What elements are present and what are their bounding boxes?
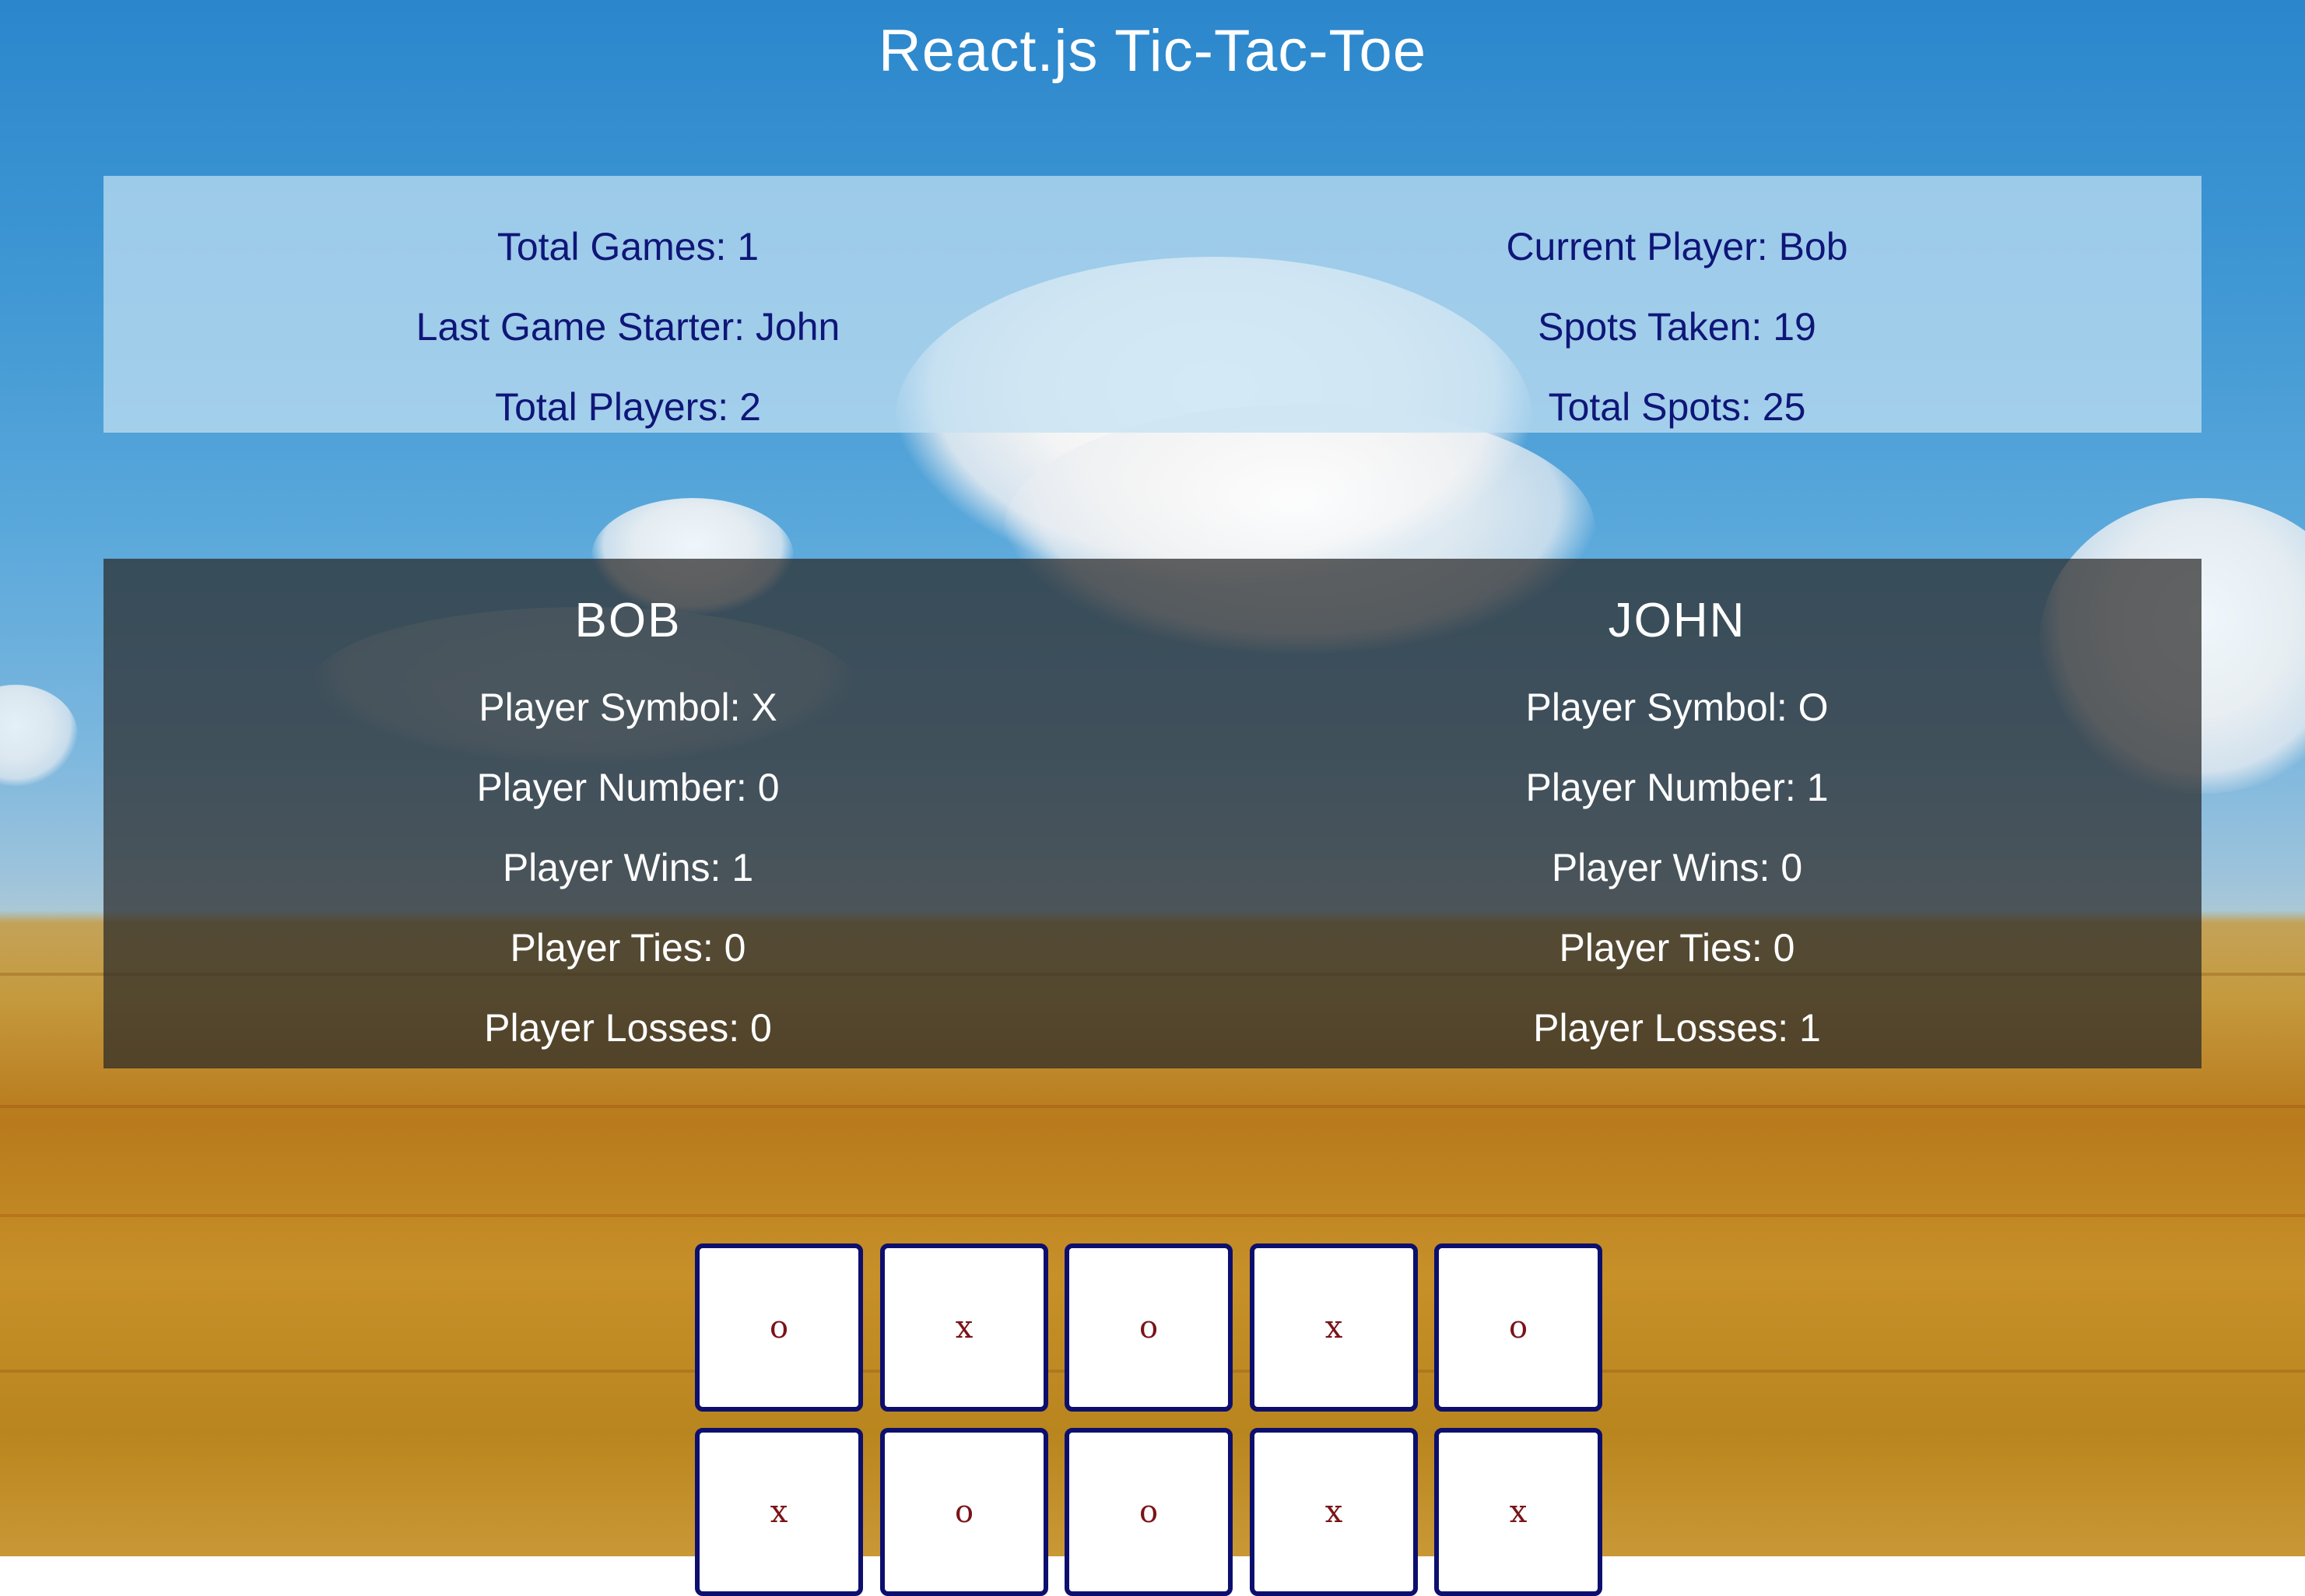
player-symbol: Player Symbol: X bbox=[479, 686, 777, 729]
board-cell[interactable]: x bbox=[880, 1243, 1048, 1412]
board-cell[interactable]: x bbox=[1434, 1428, 1602, 1596]
player-symbol: Player Symbol: O bbox=[1525, 686, 1829, 729]
total-spots-stat: Total Spots: 25 bbox=[1548, 385, 1806, 429]
board-cell[interactable]: o bbox=[1065, 1428, 1233, 1596]
player-card-bob: BOB Player Symbol: X Player Number: 0 Pl… bbox=[103, 590, 1152, 1068]
players-panel: BOB Player Symbol: X Player Number: 0 Pl… bbox=[103, 559, 2202, 1068]
player-ties: Player Ties: 0 bbox=[1559, 926, 1795, 970]
player-card-john: JOHN Player Symbol: O Player Number: 1 P… bbox=[1152, 590, 2202, 1068]
board-cell[interactable]: o bbox=[1065, 1243, 1233, 1412]
game-stats-panel: Total Games: 1 Last Game Starter: John T… bbox=[103, 176, 2202, 433]
grass-streak bbox=[0, 1105, 2305, 1108]
player-name: JOHN bbox=[1608, 594, 1746, 647]
board-cell[interactable]: o bbox=[880, 1428, 1048, 1596]
player-losses: Player Losses: 1 bbox=[1533, 1006, 1821, 1050]
player-wins: Player Wins: 0 bbox=[1551, 846, 1803, 889]
board-cell[interactable]: o bbox=[1434, 1243, 1602, 1412]
player-losses: Player Losses: 0 bbox=[484, 1006, 772, 1050]
cloud-shape bbox=[0, 685, 78, 786]
grass-streak bbox=[0, 1214, 2305, 1217]
board-cell[interactable]: x bbox=[695, 1428, 863, 1596]
player-name: BOB bbox=[574, 594, 682, 647]
game-stats-right-column: Current Player: Bob Spots Taken: 19 Tota… bbox=[1152, 207, 2202, 447]
last-game-starter-stat: Last Game Starter: John bbox=[416, 305, 840, 349]
board-cell[interactable]: x bbox=[1250, 1243, 1418, 1412]
game-stats-left-column: Total Games: 1 Last Game Starter: John T… bbox=[103, 207, 1152, 447]
player-number: Player Number: 0 bbox=[476, 766, 780, 809]
board-cell[interactable]: o bbox=[695, 1243, 863, 1412]
total-games-stat: Total Games: 1 bbox=[496, 225, 760, 268]
total-players-stat: Total Players: 2 bbox=[495, 385, 761, 429]
spots-taken-stat: Spots Taken: 19 bbox=[1538, 305, 1816, 349]
board-cell[interactable]: x bbox=[1250, 1428, 1418, 1596]
current-player-stat: Current Player: Bob bbox=[1506, 225, 1848, 268]
player-number: Player Number: 1 bbox=[1525, 766, 1829, 809]
player-wins: Player Wins: 1 bbox=[502, 846, 754, 889]
page-title: React.js Tic-Tac-Toe bbox=[878, 18, 1427, 84]
player-ties: Player Ties: 0 bbox=[510, 926, 746, 970]
